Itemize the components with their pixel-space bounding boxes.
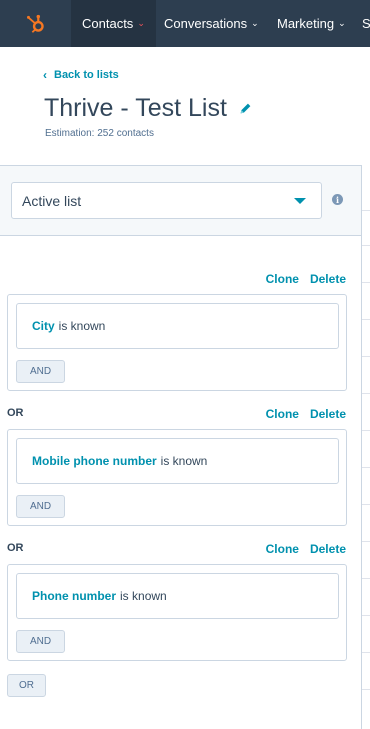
nav-item-marketing[interactable]: Marketing ⌄ bbox=[266, 0, 357, 47]
filter-panel: Active list i Clone Delete City is known… bbox=[0, 165, 362, 729]
table-row-divider bbox=[362, 245, 370, 246]
filter-condition: is known bbox=[120, 589, 167, 603]
clone-button[interactable]: Clone bbox=[266, 542, 299, 556]
add-or-button[interactable]: OR bbox=[7, 674, 46, 697]
nav-item-contacts[interactable]: Contacts ⌄ bbox=[71, 0, 156, 47]
chevron-down-icon: ⌄ bbox=[338, 18, 346, 28]
list-type-select[interactable]: Active list bbox=[11, 182, 322, 219]
delete-button[interactable]: Delete bbox=[310, 272, 346, 286]
back-link-label: Back to lists bbox=[54, 69, 119, 81]
table-row-divider bbox=[362, 319, 370, 320]
group-actions: Clone Delete bbox=[266, 272, 346, 286]
filter-property[interactable]: City bbox=[32, 319, 55, 333]
delete-button[interactable]: Delete bbox=[310, 407, 346, 421]
dropdown-arrow-icon bbox=[294, 198, 306, 204]
contacts-table-edge bbox=[362, 165, 370, 729]
table-row-divider bbox=[362, 356, 370, 357]
chevron-down-icon: ⌄ bbox=[251, 18, 259, 28]
table-row-divider bbox=[362, 504, 370, 505]
nav-item-label: Marketing bbox=[277, 16, 335, 31]
table-row-divider bbox=[362, 541, 370, 542]
delete-button[interactable]: Delete bbox=[310, 542, 346, 556]
list-name: Thrive - Test List bbox=[44, 94, 227, 122]
table-row-divider bbox=[362, 578, 370, 579]
table-row-divider bbox=[362, 210, 370, 211]
table-row-divider bbox=[362, 282, 370, 283]
filter-card[interactable]: City is known bbox=[16, 303, 339, 349]
filter-card[interactable]: Mobile phone number is known bbox=[16, 438, 339, 484]
or-separator: OR bbox=[7, 542, 24, 554]
and-button[interactable]: AND bbox=[16, 630, 65, 653]
hubspot-logo-icon[interactable] bbox=[0, 0, 71, 47]
group-actions: Clone Delete bbox=[266, 542, 346, 556]
nav-item-label: Conversations bbox=[164, 16, 248, 31]
nav-item-overflow[interactable]: S bbox=[362, 0, 370, 47]
back-to-lists-link[interactable]: ‹ Back to lists bbox=[43, 68, 119, 82]
filter-card[interactable]: Phone number is known bbox=[16, 573, 339, 619]
table-row-divider bbox=[362, 430, 370, 431]
top-navigation: Contacts ⌄ Conversations ⌄ Marketing ⌄ S bbox=[0, 0, 370, 47]
contact-estimate: Estimation: 252 contacts bbox=[45, 128, 154, 139]
page-title: Thrive - Test List bbox=[44, 94, 252, 123]
nav-item-label: S bbox=[362, 16, 370, 31]
list-type-value: Active list bbox=[22, 192, 82, 209]
and-button[interactable]: AND bbox=[16, 495, 65, 518]
nav-item-conversations[interactable]: Conversations ⌄ bbox=[153, 0, 270, 47]
and-button[interactable]: AND bbox=[16, 360, 65, 383]
filter-group: Phone number is known AND bbox=[7, 564, 347, 661]
filter-property[interactable]: Mobile phone number bbox=[32, 454, 157, 468]
table-row-divider bbox=[362, 615, 370, 616]
list-type-bar: Active list i bbox=[0, 166, 361, 236]
clone-button[interactable]: Clone bbox=[266, 407, 299, 421]
group-actions: Clone Delete bbox=[266, 407, 346, 421]
clone-button[interactable]: Clone bbox=[266, 272, 299, 286]
chevron-left-icon: ‹ bbox=[43, 68, 47, 82]
table-row-divider bbox=[362, 467, 370, 468]
filter-condition: is known bbox=[58, 319, 106, 333]
info-icon[interactable]: i bbox=[332, 194, 343, 205]
pencil-icon[interactable] bbox=[239, 102, 252, 115]
table-row-divider bbox=[362, 689, 370, 690]
filter-condition: is known bbox=[160, 454, 208, 468]
table-row-divider bbox=[362, 652, 370, 653]
nav-item-label: Contacts bbox=[82, 16, 134, 31]
chevron-down-icon: ⌄ bbox=[137, 18, 145, 28]
or-separator: OR bbox=[7, 407, 24, 419]
filter-group: City is known AND bbox=[7, 294, 347, 391]
filter-property[interactable]: Phone number bbox=[32, 589, 116, 603]
filter-group: Mobile phone number is known AND bbox=[7, 429, 347, 526]
table-row-divider bbox=[362, 393, 370, 394]
